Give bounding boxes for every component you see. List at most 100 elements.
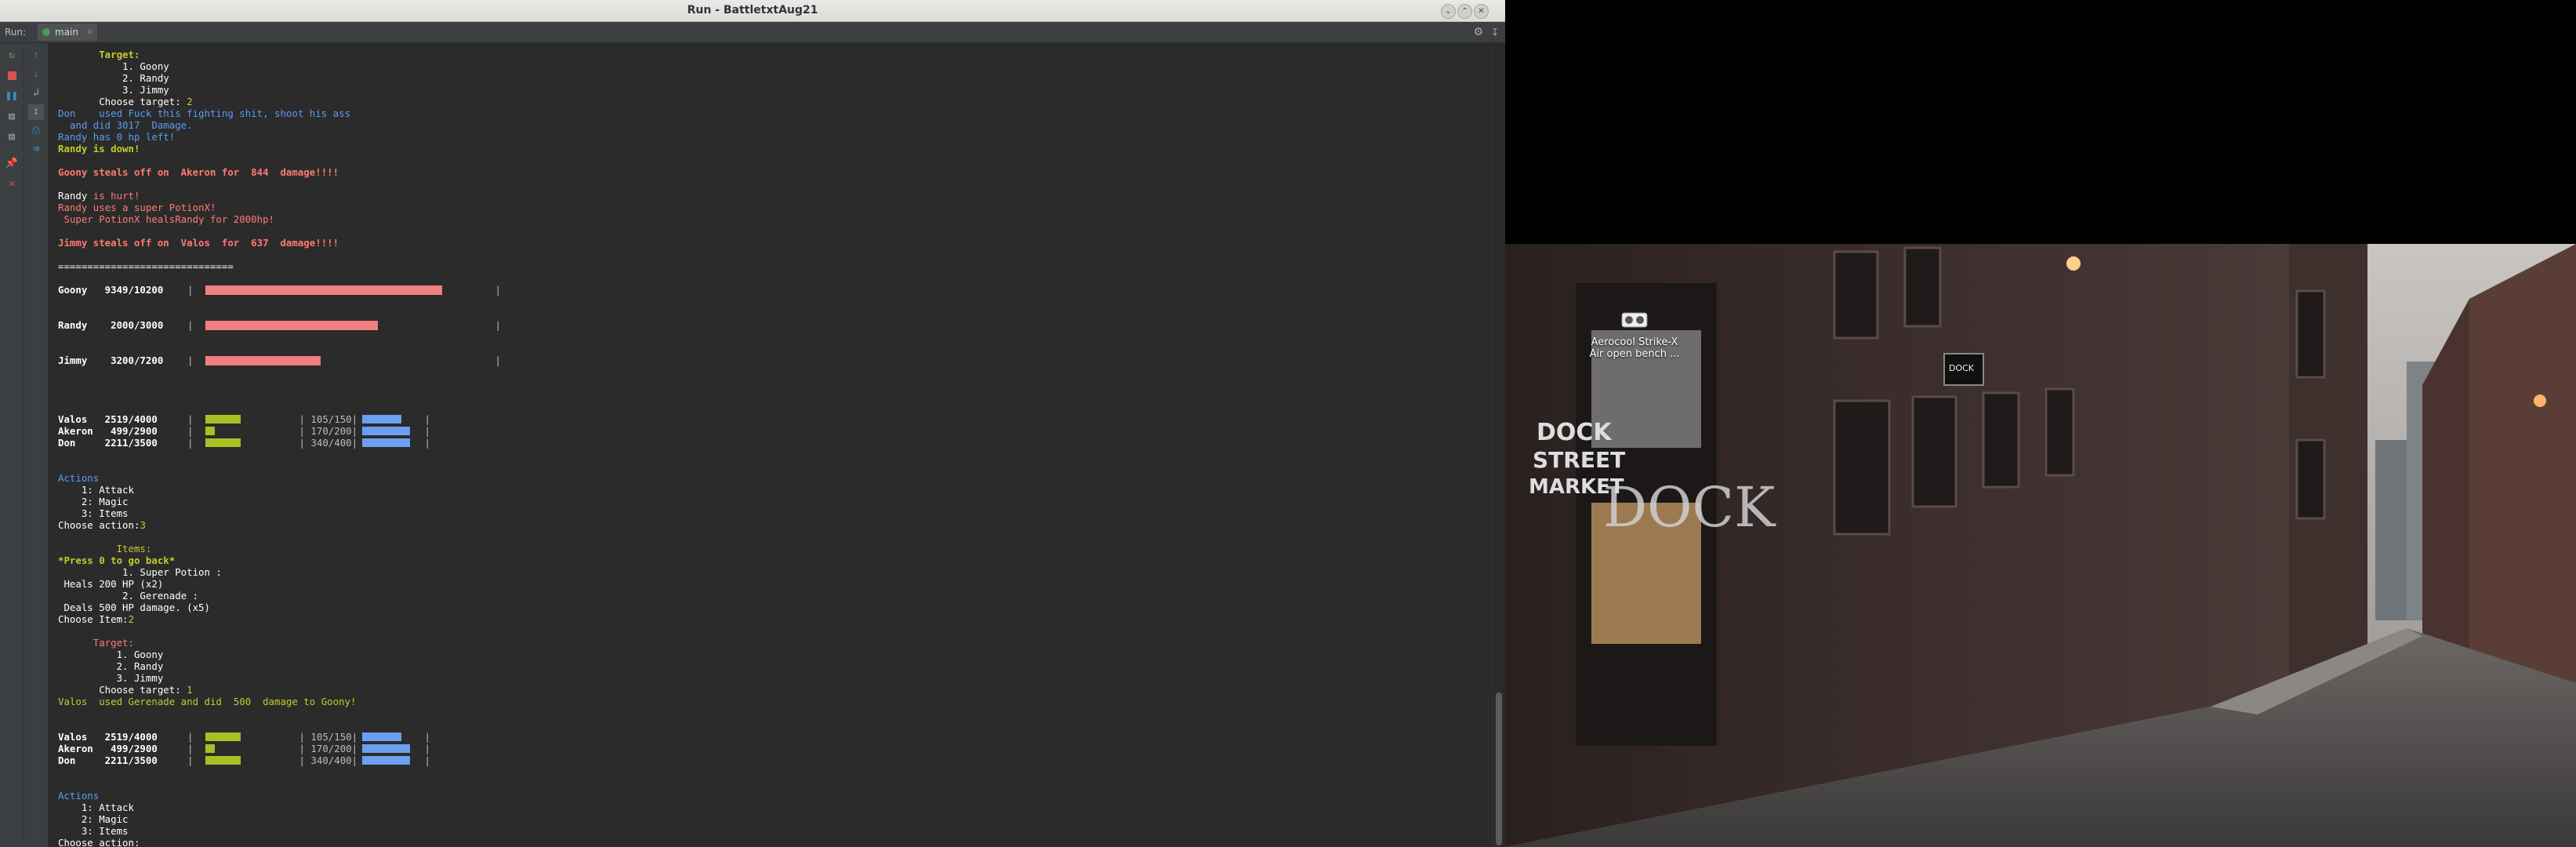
- stop-icon[interactable]: [4, 68, 20, 84]
- pin-icon[interactable]: 📌: [4, 156, 20, 172]
- console-text: Don 2211/3500: [58, 437, 158, 449]
- console-text: Goony steals off on Akeron for 844 damag…: [58, 166, 339, 178]
- gear-icon[interactable]: ⚙: [1473, 22, 1483, 42]
- console-text: Randy uses a super PotionX!: [58, 202, 216, 213]
- hide-panel-icon[interactable]: ↧: [1491, 22, 1499, 42]
- console-line: ==============================: [58, 260, 356, 272]
- enemy-hp-bar: [205, 321, 378, 330]
- console-line: Target:: [58, 637, 356, 649]
- console-text: Target:: [58, 637, 134, 649]
- settings-icon[interactable]: ▤: [4, 129, 20, 145]
- svg-text:DOCK: DOCK: [1949, 363, 1975, 373]
- console-line: and did 3017 Damage.: [58, 119, 356, 131]
- bar-separator: |: [187, 425, 194, 437]
- desktop-icon-label-1: Aerocool Strike-X: [1591, 336, 1678, 348]
- bar-separator: |: [187, 437, 194, 449]
- rerun-icon[interactable]: ↻: [4, 48, 20, 64]
- close-icon[interactable]: ✕: [1474, 4, 1489, 19]
- console-line: Valos used Gerenade and did 500 damage t…: [58, 696, 356, 707]
- clear-icon[interactable]: ⌫: [28, 142, 44, 158]
- up-icon[interactable]: ↑: [28, 48, 44, 64]
- bar-separator: |: [187, 354, 194, 366]
- console-line: 1. Super Potion :: [58, 566, 356, 578]
- console-line: 2: Magic: [58, 496, 356, 507]
- mp-text: | 105/150|: [299, 731, 358, 743]
- bar-separator: |: [424, 754, 430, 766]
- hp-bar: [205, 732, 241, 741]
- console-line: Randy is hurt!: [58, 190, 356, 202]
- minimize-icon[interactable]: ⌄: [1441, 4, 1456, 19]
- console-text: Akeron 499/2900: [58, 425, 158, 437]
- console-line: 2. Gerenade :: [58, 590, 356, 602]
- console-line: Randy uses a super PotionX!: [58, 202, 356, 213]
- bar-separator: |: [424, 731, 430, 743]
- mp-bar: [361, 756, 410, 765]
- svg-text:DOCK: DOCK: [1603, 475, 1776, 540]
- bar-separator: |: [424, 425, 430, 437]
- console-line: Choose action:: [58, 837, 356, 847]
- console-line: 1: Attack: [58, 484, 356, 496]
- close-icon[interactable]: ✕: [4, 176, 20, 192]
- tab-main[interactable]: main ×: [38, 24, 97, 41]
- bar-separator: |: [187, 319, 194, 331]
- console-text: 1. Goony: [58, 649, 164, 660]
- bar-separator: |: [187, 731, 194, 743]
- bar-separator: |: [187, 754, 194, 766]
- console-line: 2. Randy: [58, 72, 356, 84]
- console-text: Choose action:: [58, 837, 140, 847]
- svg-text:STREET: STREET: [1533, 447, 1625, 473]
- console-output[interactable]: Target: 1. Goony 2. Randy 3. Jimmy Choos…: [49, 43, 1493, 847]
- enemy-hp-bar: [205, 285, 442, 295]
- console-line: 1: Attack: [58, 802, 356, 813]
- soft-wrap-icon[interactable]: ↲: [28, 85, 44, 101]
- console-text: 1. Super Potion :: [58, 566, 222, 578]
- tab-close-icon[interactable]: ×: [86, 24, 93, 41]
- mp-bar: [361, 438, 410, 447]
- bar-separator: |: [187, 284, 194, 296]
- scroll-to-end-icon[interactable]: ↧: [28, 104, 44, 120]
- console-line: Actions: [58, 790, 356, 802]
- console-text: Jimmy 3200/7200: [58, 354, 164, 366]
- down-icon[interactable]: ↓: [28, 67, 44, 82]
- desktop-file-icon[interactable]: Aerocool Strike-X Air open bench ...: [1584, 310, 1685, 360]
- console-text: Super PotionX healsRandy for 2000hp!: [58, 213, 275, 225]
- print-icon[interactable]: ⎙: [28, 123, 44, 139]
- console-line: 3. Jimmy: [58, 672, 356, 684]
- desktop-icon-label-2: Air open bench ...: [1589, 348, 1680, 360]
- maximize-icon[interactable]: ⌃: [1457, 4, 1472, 19]
- mp-bar: [361, 732, 401, 741]
- console-text: Choose target:: [58, 96, 187, 107]
- console-text: Randy 2000/3000: [58, 319, 164, 331]
- console-line: Choose action:3: [58, 519, 356, 531]
- console-text: Randy has 0 hp left!: [58, 131, 176, 143]
- run-label: Run:: [5, 27, 27, 38]
- pause-icon[interactable]: ❚❚: [4, 89, 20, 104]
- console-line: Choose target: 2: [58, 96, 356, 107]
- svg-text:DOCK: DOCK: [1537, 419, 1613, 446]
- console-text: Choose target:: [58, 684, 187, 696]
- window-titlebar[interactable]: Run - BattletxtAug21 ⌄ ⌃ ✕: [0, 0, 1505, 22]
- dump-threads-icon[interactable]: ▤: [4, 109, 20, 125]
- console-input: 1: [187, 684, 193, 696]
- console-text: Akeron 499/2900: [58, 743, 158, 754]
- console-line: 2. Randy: [58, 660, 356, 672]
- console-line: 3: Items: [58, 507, 356, 519]
- hp-bar: [205, 415, 241, 424]
- console-line: Actions: [58, 472, 356, 484]
- console-line: *Press 0 to go back*: [58, 554, 356, 566]
- scrollbar-thumb[interactable]: [1496, 693, 1502, 845]
- console-line: Items:: [58, 543, 356, 554]
- run-toolbar: Run: main × ⚙ ↧: [0, 22, 1505, 43]
- hp-bar: [205, 744, 215, 753]
- console-line: Target:: [58, 49, 356, 60]
- console-line: Heals 200 HP (x2): [58, 578, 356, 590]
- console-text: Valos 2519/4000: [58, 731, 158, 743]
- console-text: Randy is down!: [58, 143, 140, 154]
- mp-bar: [361, 427, 410, 435]
